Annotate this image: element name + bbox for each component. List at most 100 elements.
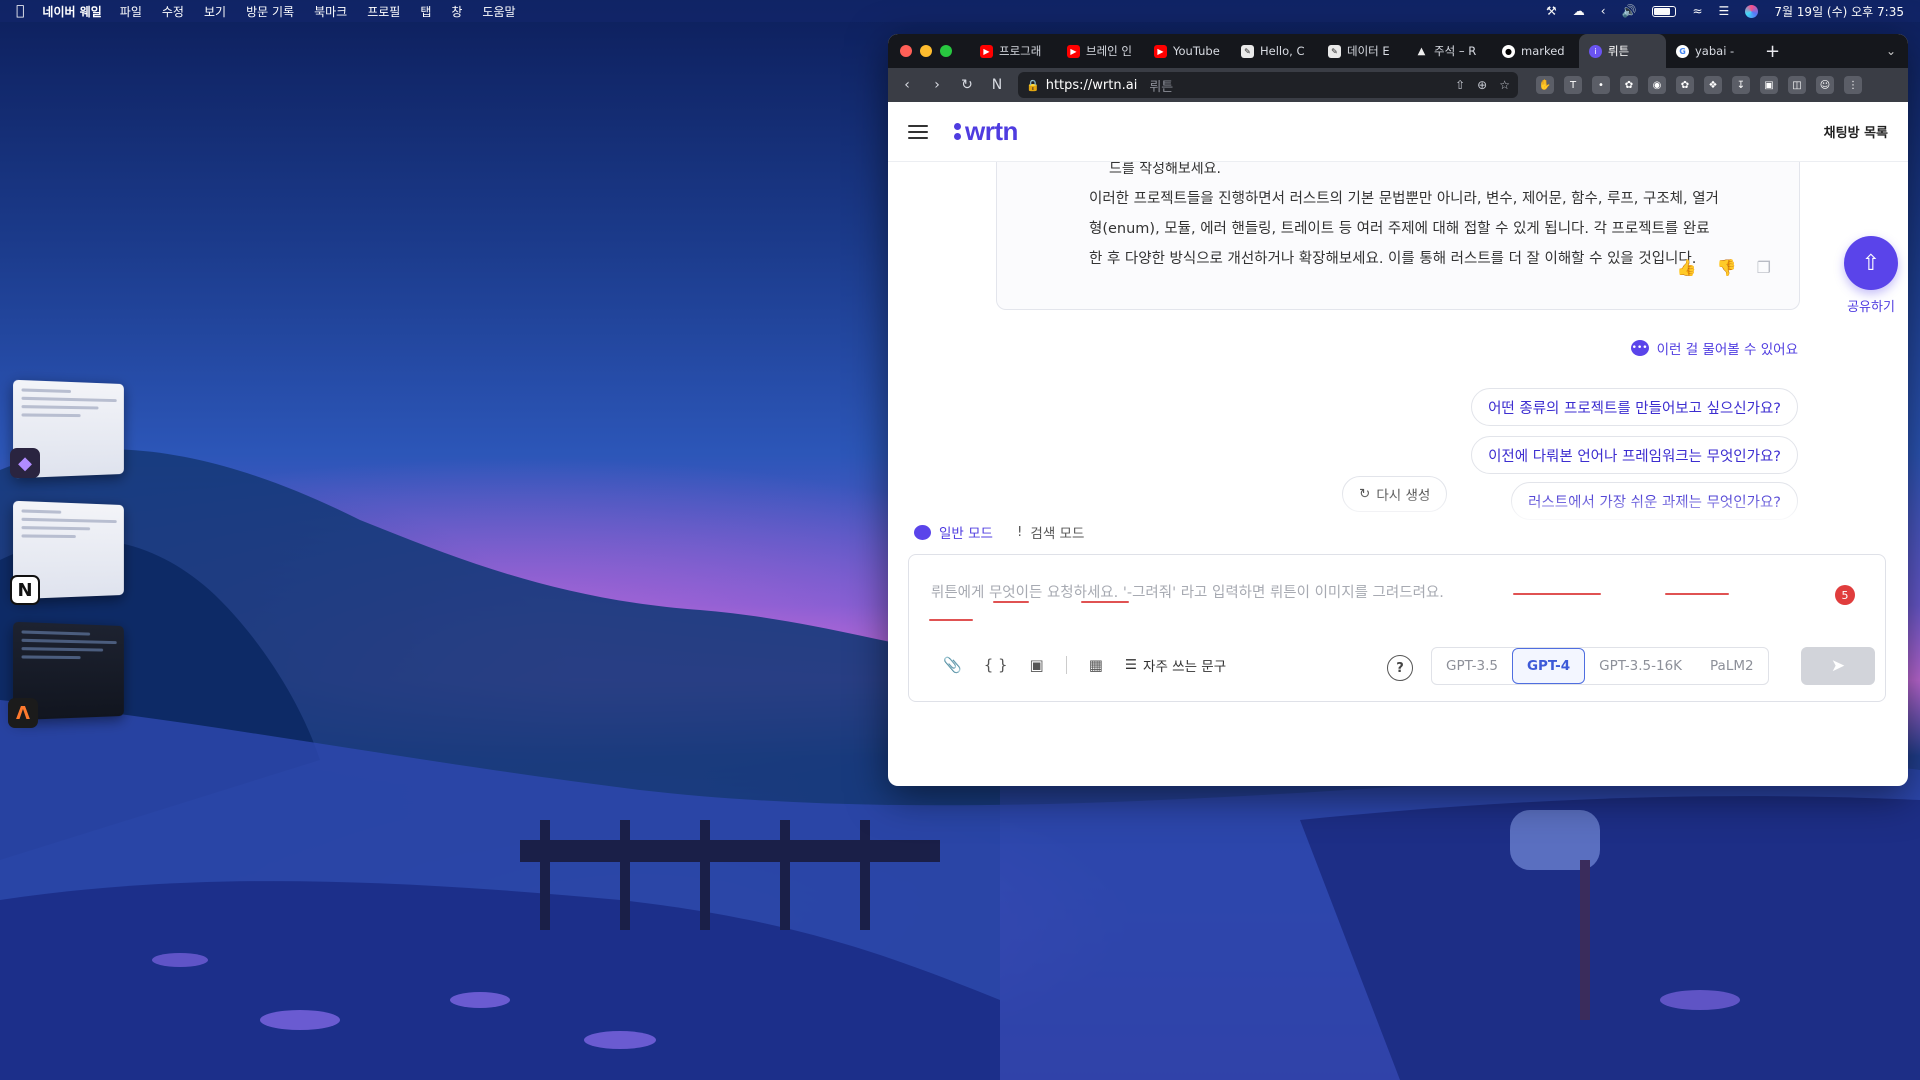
extension-leaf-icon[interactable]: ✿: [1676, 76, 1694, 94]
model-gpt-3-5[interactable]: GPT-3.5: [1432, 648, 1512, 684]
profile-avatar[interactable]: ☺: [1816, 76, 1834, 94]
hammer-icon[interactable]: ⚒: [1546, 4, 1557, 18]
triangle-icon: ▲: [1415, 45, 1428, 58]
zoom-window-button[interactable]: [940, 45, 952, 57]
reload-button[interactable]: ↻: [958, 77, 976, 93]
spellcheck-count-badge[interactable]: 5: [1835, 585, 1855, 605]
youtube-icon: ▶: [980, 45, 993, 58]
code-braces-icon[interactable]: { }: [984, 656, 1008, 674]
capture-icon[interactable]: ▣: [1760, 76, 1778, 94]
menu-edit[interactable]: 수정: [162, 3, 184, 20]
divider: [1066, 656, 1067, 674]
menu-bookmarks[interactable]: 북마크: [314, 3, 347, 20]
menu-window[interactable]: 창: [451, 3, 462, 20]
template-grid-icon[interactable]: ▦: [1089, 656, 1103, 674]
battery-icon[interactable]: [1652, 6, 1676, 17]
hamburger-menu-icon[interactable]: [908, 121, 928, 143]
tab-2[interactable]: ▶ 브레인 인: [1057, 34, 1144, 68]
forward-button[interactable]: ›: [928, 77, 946, 93]
tab-6[interactable]: ▲ 주석 – R: [1405, 34, 1492, 68]
tab-1[interactable]: ▶ 프로그래: [970, 34, 1057, 68]
tab-3[interactable]: ▶ YouTube: [1144, 34, 1231, 68]
sidebar-toggle-icon[interactable]: ◫: [1788, 76, 1806, 94]
menu-history[interactable]: 방문 기록: [246, 3, 294, 20]
google-icon: G: [1676, 45, 1689, 58]
extension-dots-icon[interactable]: •: [1592, 76, 1610, 94]
share-label: 공유하기: [1847, 296, 1895, 315]
menu-tab[interactable]: 탭: [420, 3, 431, 20]
chevron-left-icon[interactable]: ‹: [1601, 4, 1606, 18]
menu-view[interactable]: 보기: [204, 3, 226, 20]
more-menu-icon[interactable]: ⋮: [1844, 76, 1862, 94]
siri-icon[interactable]: [1745, 5, 1758, 18]
search-mode-tab[interactable]: ! 검색 모드: [1017, 522, 1084, 542]
tab-8[interactable]: i 뤼튼: [1579, 34, 1666, 68]
normal-mode-tab[interactable]: 일반 모드: [914, 522, 993, 542]
apple-menu-icon[interactable]: : [16, 3, 24, 19]
tab-9[interactable]: Gyabai -: [1666, 34, 1753, 68]
bookmark-star-icon[interactable]: ☆: [1499, 78, 1510, 92]
suggestion-chip[interactable]: 러스트에서 가장 쉬운 과제는 무엇인가요?: [1511, 482, 1798, 520]
send-button[interactable]: ➤: [1801, 647, 1875, 685]
minimize-window-button[interactable]: [920, 45, 932, 57]
share-page-icon[interactable]: ⇧: [1455, 78, 1465, 92]
extension-t-icon[interactable]: T: [1564, 76, 1582, 94]
extension-hand-icon[interactable]: ✋: [1536, 76, 1554, 94]
suggestion-chip[interactable]: 이전에 다뤄본 언어나 프레임워크는 무엇인가요?: [1471, 436, 1798, 474]
browser-window: ▶ 프로그래 ▶ 브레인 인 ▶ YouTube ✎ Hello, C ✎ 데이터 E ▲…: [888, 34, 1908, 786]
new-tab-button[interactable]: +: [1765, 41, 1780, 62]
prompt-composer[interactable]: 뤼튼에게 무엇이든 요청하세요. '-그려줘' 라고 입력하면 뤼튼이 이미지를…: [908, 554, 1886, 702]
suggestion-chip[interactable]: 어떤 종류의 프로젝트를 만들어보고 싶으신가요?: [1471, 388, 1798, 426]
cloud-icon[interactable]: ☁: [1573, 4, 1585, 18]
chat-list-button[interactable]: 채팅방 목록: [1824, 122, 1888, 141]
share-button[interactable]: ⇧: [1844, 236, 1898, 290]
wrtn-logo[interactable]: wrtn: [954, 116, 1018, 147]
model-gpt-3-5-16k[interactable]: GPT-3.5-16K: [1585, 648, 1696, 684]
model-palm2[interactable]: PaLM2: [1696, 648, 1768, 684]
share-widget: ⇧ 공유하기: [1844, 236, 1898, 315]
alacritty-icon: Λ: [8, 698, 38, 728]
menu-file[interactable]: 파일: [120, 3, 142, 20]
help-icon[interactable]: ?: [1387, 655, 1413, 681]
url-page-title: 뤼튼: [1149, 76, 1173, 95]
thumbs-up-icon[interactable]: 👍: [1677, 258, 1697, 277]
back-button[interactable]: ‹: [898, 77, 916, 93]
chat-bubble-icon: [914, 525, 931, 540]
extension-openai-icon[interactable]: ✿: [1620, 76, 1638, 94]
tab-5[interactable]: ✎ 데이터 E: [1318, 34, 1405, 68]
download-icon[interactable]: ↧: [1732, 76, 1750, 94]
exclamation-icon: !: [1017, 524, 1022, 540]
thumbs-down-icon[interactable]: 👎: [1717, 258, 1737, 277]
attach-icon[interactable]: 📎: [943, 656, 962, 674]
close-window-button[interactable]: [900, 45, 912, 57]
spellcheck-underline: [1081, 601, 1129, 603]
image-icon[interactable]: ▣: [1030, 656, 1044, 674]
menu-help[interactable]: 도움말: [482, 3, 515, 20]
regenerate-button[interactable]: ↻ 다시 생성: [1342, 476, 1447, 512]
tab-4[interactable]: ✎ Hello, C: [1231, 34, 1318, 68]
site-header: wrtn 채팅방 목록: [888, 102, 1908, 162]
prompt-input[interactable]: 뤼튼에게 무엇이든 요청하세요. '-그려줘' 라고 입력하면 뤼튼이 이미지를…: [931, 581, 1444, 602]
stage-window-terminal[interactable]: Λ: [14, 624, 128, 718]
menu-clock[interactable]: 7월 19일 (수) 오후 7:35: [1774, 3, 1904, 20]
stage-window-obsidian[interactable]: ◆: [14, 382, 128, 476]
notion-icon: N: [10, 575, 40, 605]
menu-app-name[interactable]: 네이버 웨일: [42, 3, 101, 20]
naver-home-button[interactable]: N: [988, 77, 1006, 93]
extension-puzzle-icon[interactable]: ❖: [1704, 76, 1722, 94]
menu-profile[interactable]: 프로필: [367, 3, 400, 20]
tab-list-chevron-icon[interactable]: ⌄: [1886, 44, 1896, 58]
extension-chrome-icon[interactable]: ◉: [1648, 76, 1666, 94]
volume-icon[interactable]: 🔊: [1622, 4, 1637, 18]
control-center-icon[interactable]: ☰: [1719, 4, 1730, 18]
copy-icon[interactable]: ❐: [1757, 258, 1771, 277]
address-bar[interactable]: 🔒 https://wrtn.ai 뤼튼 ⇧ ⊕ ☆: [1018, 72, 1518, 98]
tab-7[interactable]: ● marked: [1492, 34, 1579, 68]
zoom-icon[interactable]: ⊕: [1477, 78, 1487, 92]
frequent-phrases-button[interactable]: ☰ 자주 쓰는 문구: [1125, 655, 1226, 675]
model-gpt-4[interactable]: GPT-4: [1512, 648, 1585, 684]
wifi-icon[interactable]: ≈: [1692, 4, 1702, 18]
spellcheck-underline: [993, 601, 1029, 603]
stage-window-notion[interactable]: N: [14, 503, 128, 597]
youtube-icon: ▶: [1154, 45, 1167, 58]
